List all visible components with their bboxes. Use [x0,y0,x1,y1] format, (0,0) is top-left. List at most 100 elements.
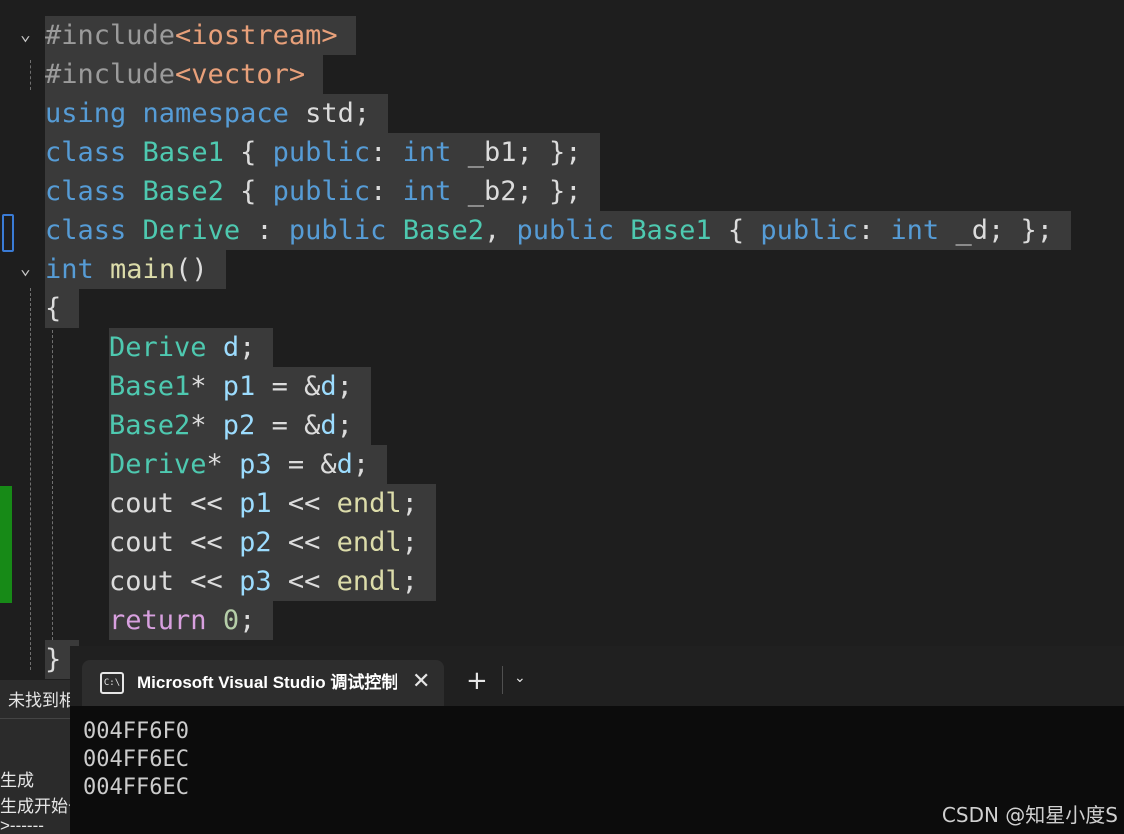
code-text: #include<vector> [45,55,324,94]
code-text: cout << p2 << endl; [109,523,436,562]
code-token: endl [336,566,402,597]
code-token: { [45,293,62,324]
code-text: Derive d; [109,328,274,367]
code-token: : [857,215,891,246]
code-line[interactable]: class Base2 { public: int _b2; }; [0,172,1124,211]
code-line[interactable]: class Base1 { public: int _b1; }; [0,133,1124,172]
code-editor[interactable]: ⌄ ⌄ #include<iostream> #include<vector> us… [0,0,1124,680]
code-token: cout [109,488,175,519]
output-panel-behind: 未找到相 生成 生成开始于 >------ [0,680,70,834]
code-token: Derive [109,449,207,480]
code-line[interactable]: return 0; [0,601,1124,640]
code-text: Base2* p2 = &d; [109,406,371,445]
code-token: 0 [222,605,240,636]
code-token: << [174,527,240,558]
code-token: #include [45,59,176,90]
code-token: Base2 [142,176,224,207]
code-token: endl [336,527,402,558]
code-text: return 0; [109,601,274,640]
code-token: Derive [109,332,207,363]
new-tab-plus-icon[interactable]: + [466,668,488,694]
code-token: p3 [239,449,272,480]
code-token: Derive [142,215,241,246]
code-text: class Base1 { public: int _b1; }; [45,133,600,172]
code-text: Base1* p1 = &d; [109,367,371,406]
code-token: = & [255,410,321,441]
code-token: class [45,176,127,207]
code-token: public [272,137,371,168]
code-token: * [190,410,223,441]
code-token: , [483,215,517,246]
titlebar-divider [502,666,503,694]
code-token: cout [109,527,175,558]
code-token: : [370,137,403,168]
code-line[interactable]: class Derive : public Base2, public Base… [0,211,1124,250]
code-token: { [223,176,273,207]
chevron-down-icon[interactable]: ⌄ [514,670,526,686]
code-line[interactable]: cout << p2 << endl; [0,523,1124,562]
code-token: std; [288,98,371,129]
code-token: << [174,566,240,597]
code-text: int main() [45,250,226,289]
panel-text: >------ [0,816,44,834]
code-token: () [175,254,208,285]
code-token: public [272,176,371,207]
code-line[interactable]: Derive d; [0,328,1124,367]
console-tab[interactable]: C:\ Microsoft Visual Studio 调试控制台 ✕ [82,660,444,706]
console-titlebar[interactable]: C:\ Microsoft Visual Studio 调试控制台 ✕ + ⌄ [70,646,1124,706]
code-token: ; [239,332,256,363]
code-line[interactable]: int main() [0,250,1124,289]
code-token: p2 [222,410,256,441]
code-token: p1 [222,371,256,402]
code-token: * [190,371,223,402]
close-icon[interactable]: ✕ [412,669,430,694]
code-token: return [109,605,207,636]
code-line[interactable]: Base2* p2 = &d; [0,406,1124,445]
code-token: class [45,215,127,246]
code-line[interactable]: cout << p3 << endl; [0,562,1124,601]
code-token: ; [401,488,418,519]
code-token: } [45,644,62,675]
code-token: Base1 [630,215,712,246]
code-token: endl [336,488,402,519]
code-token: _d; }; [939,215,1053,246]
code-text: Derive* p3 = &d; [109,445,388,484]
console-app-icon: C:\ [100,672,124,694]
code-token: main [110,254,176,285]
console-tab-title: Microsoft Visual Studio 调试控制台 [137,673,397,692]
code-text: #include<iostream> [45,16,356,55]
code-token: d [336,449,353,480]
code-line[interactable]: Derive* p3 = &d; [0,445,1124,484]
code-line[interactable]: #include<vector> [0,55,1124,94]
code-line[interactable]: Base1* p1 = &d; [0,367,1124,406]
code-line[interactable]: cout << p1 << endl; [0,484,1124,523]
code-token: cout [109,566,175,597]
code-text: cout << p1 << endl; [109,484,436,523]
code-token: { [223,137,273,168]
code-token: d [320,410,337,441]
code-token: int [402,137,452,168]
code-token: : [240,215,289,246]
code-token: int [45,254,94,285]
code-token: Base2 [402,215,484,246]
code-line[interactable]: using namespace std; [0,94,1124,133]
code-token: int [890,215,940,246]
code-text: class Derive : public Base2, public Base… [45,211,1071,250]
code-line[interactable]: { [0,289,1124,328]
code-token: public [760,215,858,246]
code-token: = & [271,449,337,480]
code-token: * [206,449,240,480]
panel-divider [0,718,70,719]
code-line[interactable]: #include<iostream> [0,16,1124,55]
code-token: ; [336,410,353,441]
console-output-line: 004FF6F0 [83,719,189,744]
panel-text: 生成开始于 [0,797,70,816]
code-token: int [402,176,452,207]
code-token: << [271,527,337,558]
